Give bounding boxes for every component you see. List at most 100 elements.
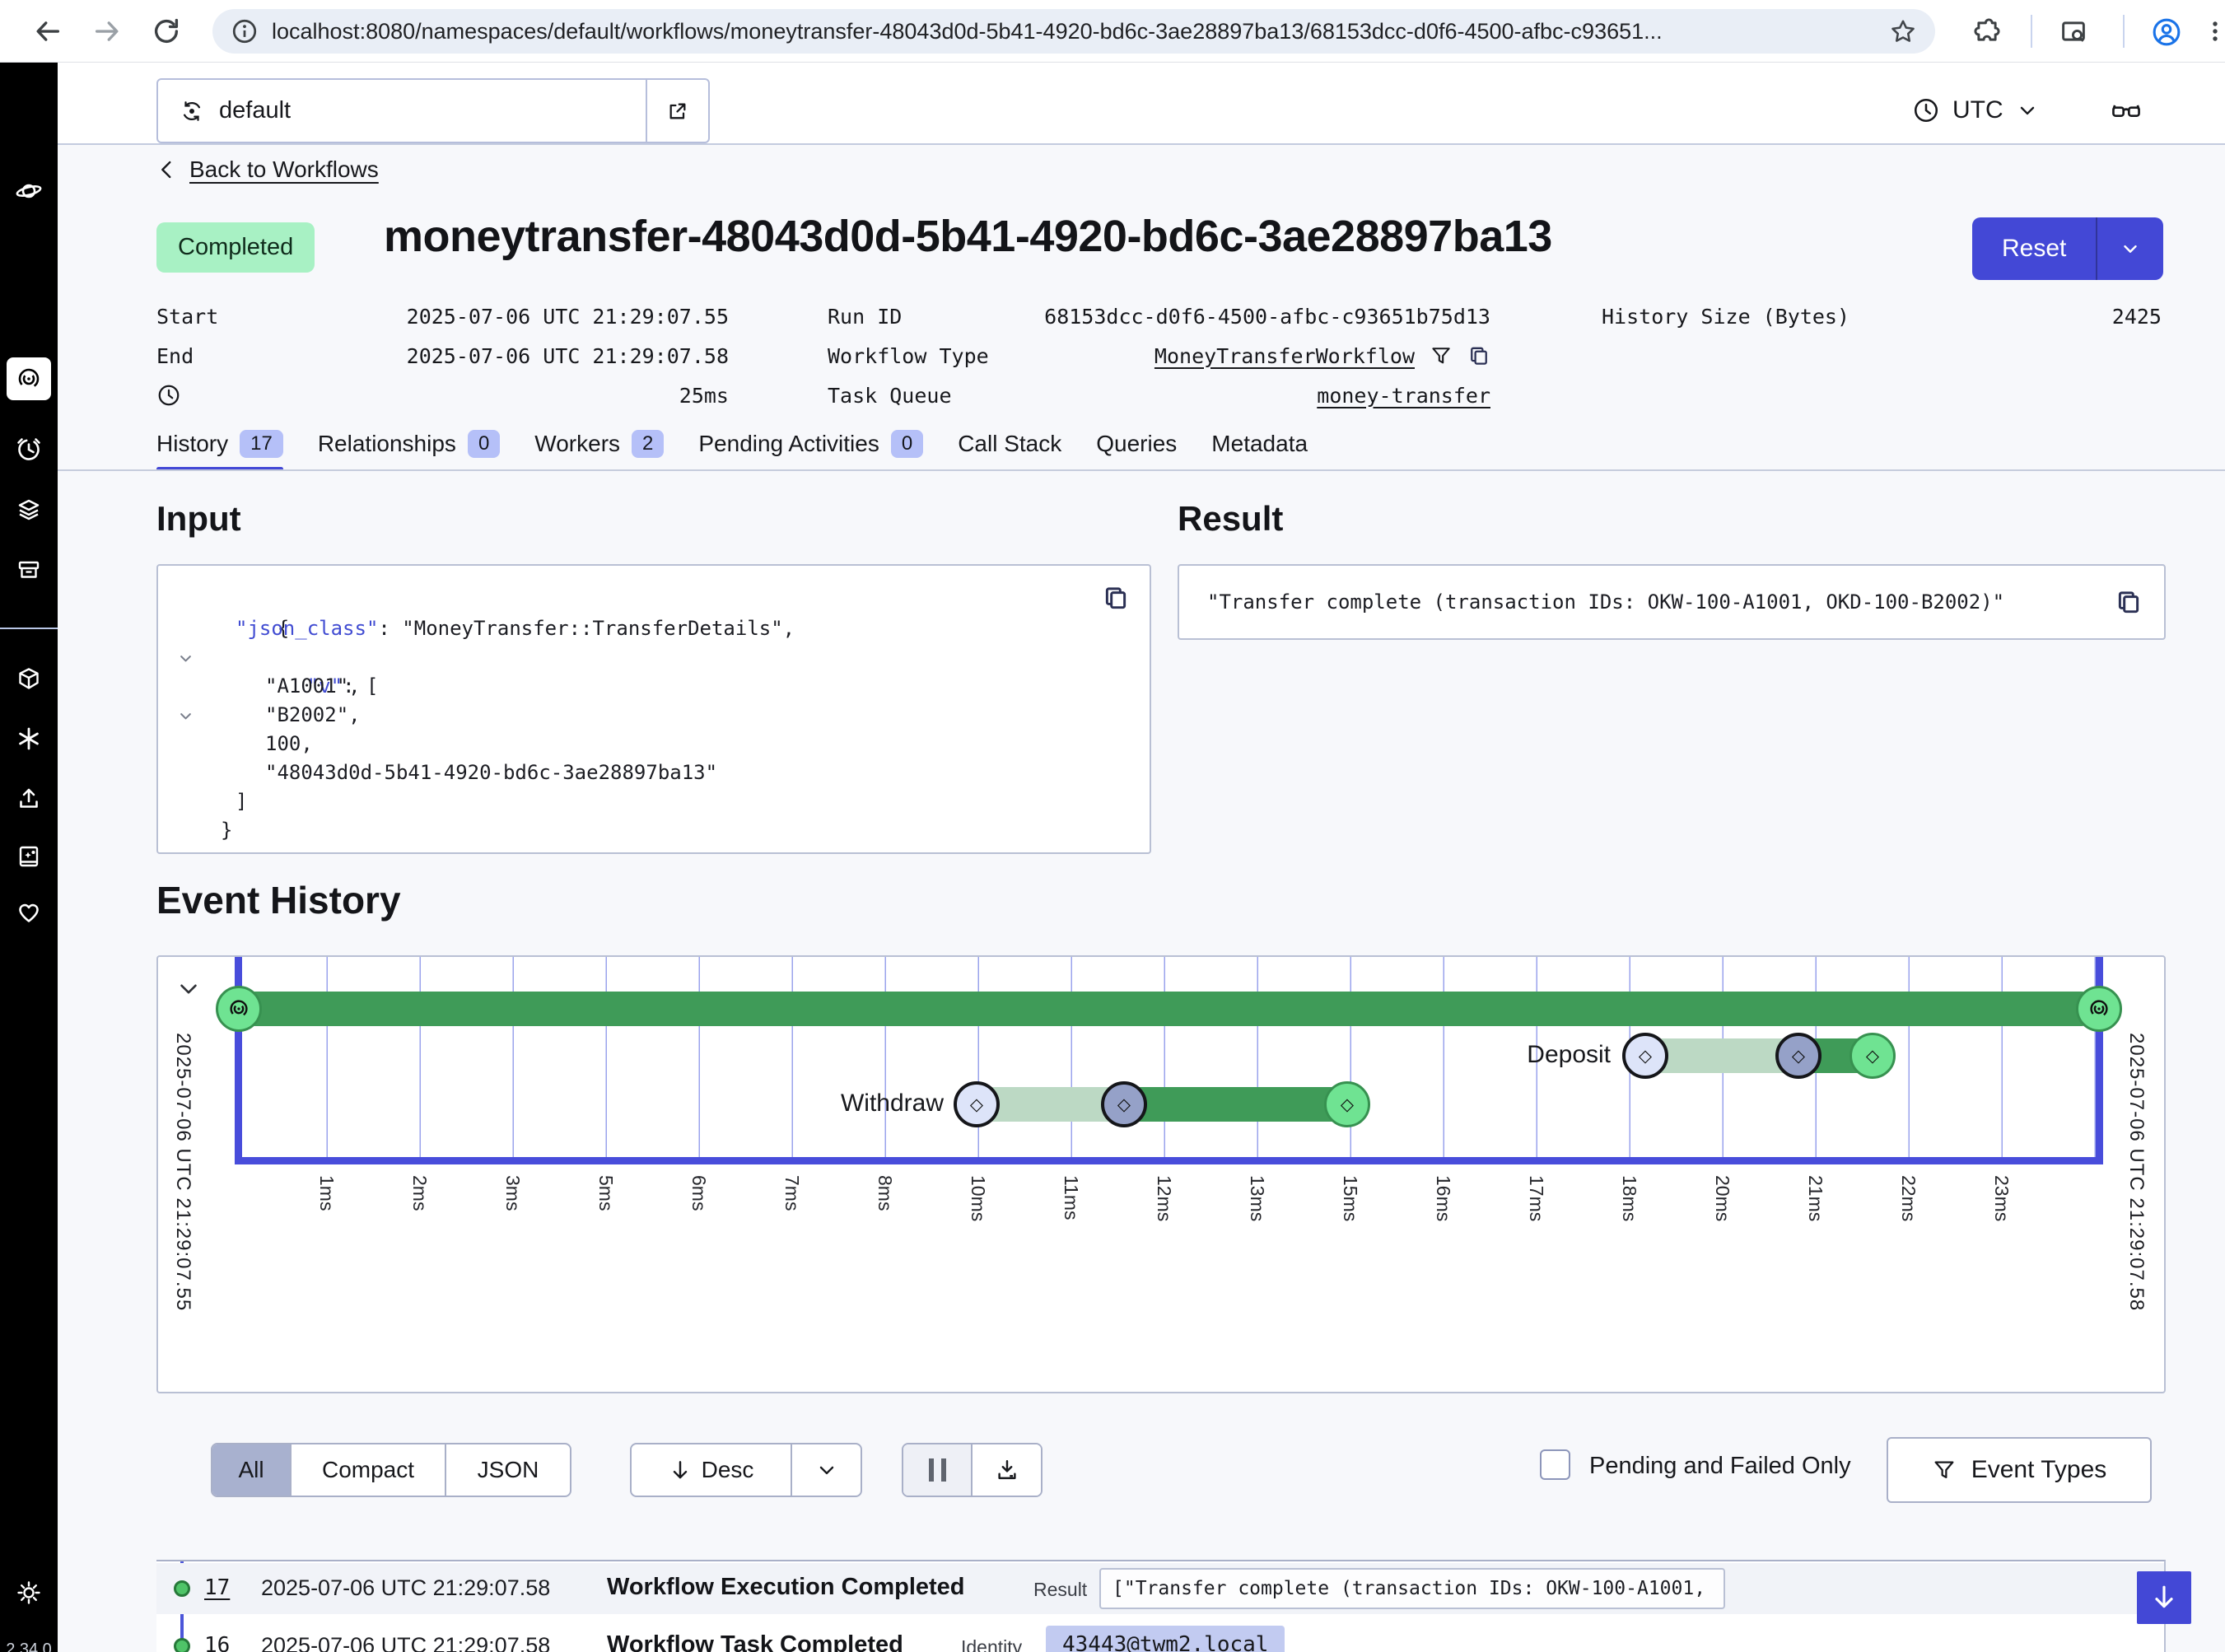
event-types-filter-button[interactable]: Event Types xyxy=(1887,1437,2152,1503)
namespace-select[interactable]: default xyxy=(156,78,710,143)
reset-menu-button[interactable] xyxy=(2097,217,2163,280)
duration-clock-icon xyxy=(156,383,181,408)
axis-tick: 5ms xyxy=(595,1175,617,1211)
tab-pending-activities[interactable]: Pending Activities 0 xyxy=(698,430,923,466)
copy-icon[interactable] xyxy=(1467,344,1490,367)
sort-menu-button[interactable] xyxy=(791,1444,861,1496)
detail-row-start: Start 2025-07-06 UTC 21:29:07.55 xyxy=(156,296,729,336)
sidebar-item-feedback[interactable] xyxy=(16,899,42,926)
tab-workers[interactable]: Workers 2 xyxy=(534,430,664,466)
app-version: 2.34.0 xyxy=(0,1640,58,1652)
sort-desc-button[interactable]: Desc xyxy=(632,1444,791,1496)
axis-tick: 8ms xyxy=(874,1175,896,1211)
axis-tick: 2ms xyxy=(408,1175,431,1211)
profile-avatar-icon[interactable] xyxy=(2151,16,2181,46)
chevron-left-icon xyxy=(156,159,178,180)
event-id-link[interactable]: 17 xyxy=(204,1575,230,1600)
side-panel-icon[interactable] xyxy=(2059,16,2088,46)
start-label: Start xyxy=(156,305,218,329)
site-info-icon[interactable] xyxy=(231,17,259,45)
tab-call-stack[interactable]: Call Stack xyxy=(958,431,1061,465)
detail-row-history-size: History Size (Bytes) 2425 xyxy=(1602,296,2162,336)
sidebar-item-batch-operations[interactable] xyxy=(16,557,42,583)
details-column-ids: Run ID 68153dcc-d0f6-4500-afbc-c93651b75… xyxy=(828,296,1490,415)
back-to-workflows-link[interactable]: Back to Workflows xyxy=(156,156,379,183)
sidebar-item-schedules[interactable] xyxy=(16,436,42,463)
view-mode-all[interactable]: All xyxy=(212,1444,290,1496)
sidebar-item-worker-health[interactable] xyxy=(16,726,42,752)
copy-icon[interactable] xyxy=(2115,588,2143,616)
temporal-logo-icon[interactable] xyxy=(16,178,42,204)
timezone-select[interactable]: UTC xyxy=(1912,89,2039,132)
run-id-label: Run ID xyxy=(828,305,902,329)
axis-tick: 23ms xyxy=(1990,1175,2013,1221)
input-heading: Input xyxy=(156,499,241,539)
sidebar-item-workflows[interactable] xyxy=(16,366,42,392)
axis-tick: 18ms xyxy=(1618,1175,1640,1221)
deposit-completed-node[interactable]: ◇ xyxy=(1850,1033,1896,1079)
tab-history[interactable]: History 17 xyxy=(156,430,283,466)
bookmark-star-icon[interactable] xyxy=(1889,17,1917,45)
json-line: { xyxy=(176,586,1150,614)
sidebar-item-deployments[interactable] xyxy=(16,497,42,523)
withdraw-scheduled-node[interactable]: ◇ xyxy=(954,1081,1000,1127)
tab-history-count: 17 xyxy=(240,430,283,458)
tabs-divider xyxy=(58,469,2225,471)
axis-tick: 3ms xyxy=(501,1175,524,1211)
axis-tick: 7ms xyxy=(781,1175,803,1211)
event-timestamp: 2025-07-06 UTC 21:29:07.58 xyxy=(261,1575,550,1601)
labs-glasses-icon[interactable] xyxy=(2110,96,2143,125)
tab-relationships[interactable]: Relationships 0 xyxy=(318,430,500,466)
browser-menu-icon[interactable] xyxy=(2200,16,2225,46)
tab-relationships-count: 0 xyxy=(468,430,500,458)
theme-toggle-icon[interactable] xyxy=(16,1580,42,1606)
url-text[interactable]: localhost:8080/namespaces/default/workfl… xyxy=(272,19,1889,44)
namespace-external-link-button[interactable] xyxy=(646,80,708,142)
browser-back-icon[interactable] xyxy=(33,16,63,46)
withdraw-started-node[interactable]: ◇ xyxy=(1101,1081,1147,1127)
sort-desc-label: Desc xyxy=(702,1457,754,1483)
collapse-toggle-icon[interactable] xyxy=(178,593,193,608)
chevron-down-icon xyxy=(2016,99,2039,122)
address-bar[interactable]: localhost:8080/namespaces/default/workfl… xyxy=(212,9,1935,54)
task-queue-link[interactable]: money-transfer xyxy=(1317,384,1490,408)
browser-reload-icon[interactable] xyxy=(152,16,181,46)
extensions-icon[interactable] xyxy=(1972,16,2002,46)
event-history-table: 17 2025-07-06 UTC 21:29:07.58 Workflow E… xyxy=(156,1560,2166,1652)
scroll-to-bottom-button[interactable] xyxy=(2137,1571,2191,1624)
event-row-17[interactable]: 17 2025-07-06 UTC 21:29:07.58 Workflow E… xyxy=(156,1563,2166,1614)
withdraw-completed-node[interactable]: ◇ xyxy=(1324,1081,1370,1127)
namespace-select-main[interactable]: default xyxy=(158,80,646,142)
download-history-button[interactable] xyxy=(971,1444,1041,1496)
workflow-title: moneytransfer-48043d0d-5b41-4920-bd6c-3a… xyxy=(384,211,1552,262)
collapse-toggle-icon[interactable] xyxy=(178,651,193,665)
timeline-collapse-icon[interactable] xyxy=(176,977,201,1001)
sidebar-item-import[interactable] xyxy=(16,786,42,812)
sidebar-item-nexus[interactable] xyxy=(16,665,42,692)
browser-forward-icon[interactable] xyxy=(92,16,122,46)
timezone-label: UTC xyxy=(1952,96,2003,124)
event-row-16[interactable]: 16 2025-07-06 UTC 21:29:07.58 Workflow T… xyxy=(156,1621,2166,1652)
withdraw-running-segment xyxy=(1124,1087,1347,1122)
event-result-value[interactable]: ["Transfer complete (transaction IDs: OK… xyxy=(1099,1568,1725,1609)
filter-funnel-icon[interactable] xyxy=(1430,344,1453,367)
deposit-scheduled-node[interactable]: ◇ xyxy=(1622,1033,1668,1079)
tab-metadata[interactable]: Metadata xyxy=(1211,431,1308,465)
tab-queries[interactable]: Queries xyxy=(1096,431,1177,465)
pending-failed-only-checkbox[interactable] xyxy=(1540,1449,1570,1480)
tab-pending-activities-count: 0 xyxy=(891,430,923,458)
deposit-started-node[interactable]: ◇ xyxy=(1775,1033,1822,1079)
view-mode-json[interactable]: JSON xyxy=(446,1444,570,1496)
details-column-times: Start 2025-07-06 UTC 21:29:07.55 2025-07… xyxy=(156,296,729,415)
view-mode-compact[interactable]: Compact xyxy=(290,1444,446,1496)
event-id-link[interactable]: 16 xyxy=(204,1633,230,1652)
workflow-execution-span[interactable] xyxy=(238,992,2099,1026)
reset-button[interactable]: Reset xyxy=(1972,217,2096,280)
workflow-type-link[interactable]: MoneyTransferWorkflow xyxy=(1154,344,1415,368)
sidebar-item-docs[interactable] xyxy=(16,843,42,870)
workflow-end-node[interactable] xyxy=(2076,986,2122,1032)
tab-workers-label: Workers xyxy=(534,431,620,457)
filter-funnel-icon xyxy=(1932,1458,1957,1482)
pause-button[interactable] xyxy=(903,1444,971,1496)
workflow-start-node[interactable] xyxy=(216,986,262,1032)
